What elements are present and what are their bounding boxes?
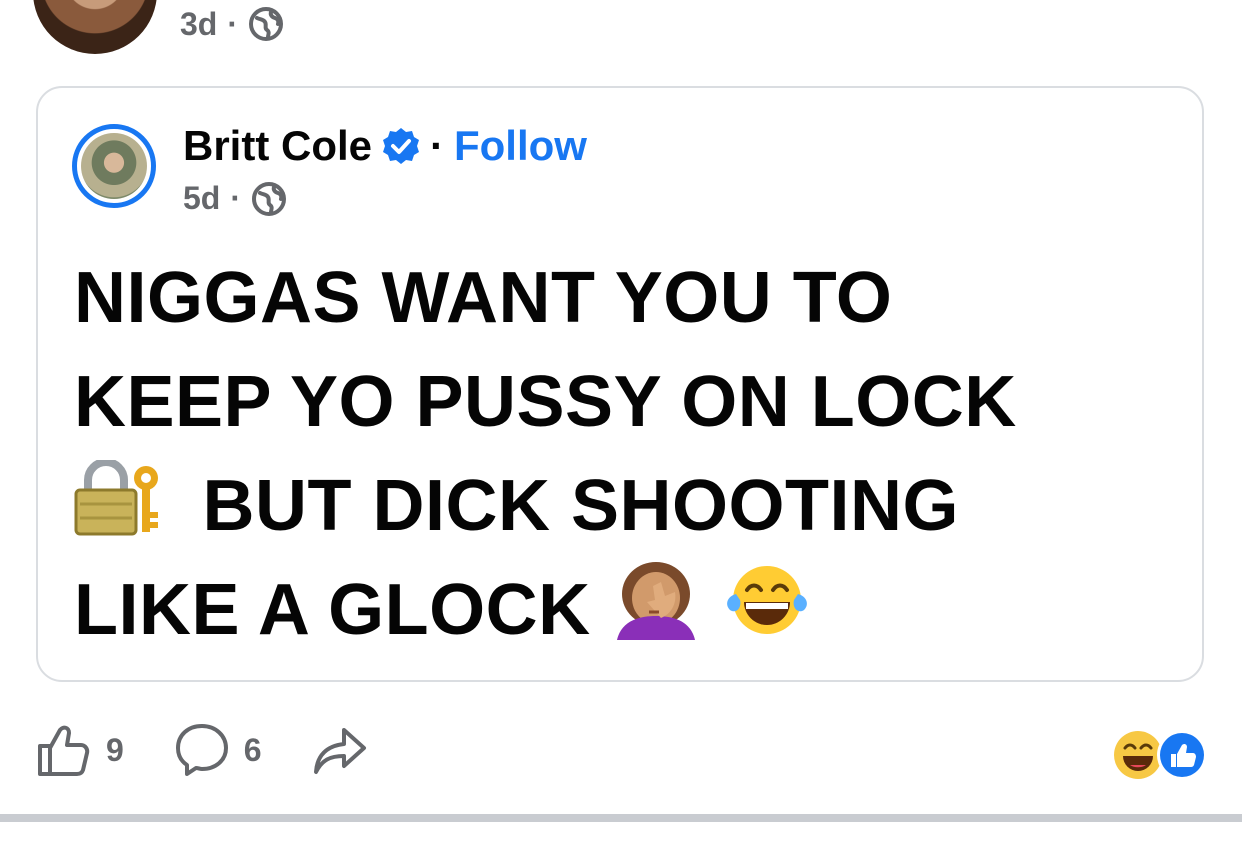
globe-icon bbox=[252, 181, 286, 216]
post-text: NIGGAS WANT YOU TO KEEP YO PUSSY ON LOCK… bbox=[74, 246, 1184, 662]
top-post-time[interactable]: 3d bbox=[180, 6, 217, 43]
reaction-summary[interactable] bbox=[1112, 729, 1208, 781]
shared-post-card[interactable]: Britt Cole · Follow 5d · NIGGAS WANT YOU… bbox=[36, 86, 1204, 682]
face-palm-emoji bbox=[617, 562, 696, 640]
author-row: Britt Cole · Follow bbox=[183, 122, 587, 170]
post-text-line: NIGGAS WANT YOU TO bbox=[74, 258, 893, 338]
comment-bubble-icon bbox=[175, 724, 228, 776]
share-arrow-icon bbox=[313, 728, 366, 774]
post-text-line: KEEP YO PUSSY ON LOCK bbox=[74, 362, 1017, 442]
thumbs-up-icon bbox=[38, 725, 90, 776]
top-post-avatar[interactable] bbox=[33, 0, 157, 54]
post-time[interactable]: 5d bbox=[183, 180, 220, 217]
post-text-line: BUT DICK SHOOTING bbox=[74, 454, 1184, 558]
author-photo bbox=[81, 133, 147, 199]
like-reaction-icon bbox=[1157, 730, 1207, 780]
share-button[interactable] bbox=[312, 722, 368, 778]
follow-button[interactable]: Follow bbox=[454, 122, 587, 170]
post-text-line: LIKE A GLOCK bbox=[74, 558, 1184, 662]
author-name[interactable]: Britt Cole bbox=[183, 122, 372, 170]
author-avatar[interactable] bbox=[72, 124, 156, 208]
like-button[interactable]: 9 bbox=[36, 722, 124, 778]
verified-badge-icon bbox=[383, 128, 419, 164]
comment-button[interactable]: 6 bbox=[174, 722, 262, 778]
lock-with-key-emoji bbox=[74, 460, 158, 536]
like-count: 9 bbox=[106, 731, 124, 768]
top-post-meta: 3d · bbox=[180, 2, 284, 46]
comment-count: 6 bbox=[243, 731, 262, 768]
tears-of-joy-emoji bbox=[726, 566, 807, 634]
globe-icon bbox=[249, 7, 283, 41]
section-divider bbox=[0, 814, 1242, 822]
action-bar: 9 6 bbox=[36, 718, 418, 782]
separator-dot: · bbox=[227, 5, 238, 42]
separator-dot: · bbox=[230, 180, 241, 216]
separator-dot: · bbox=[430, 122, 444, 169]
post-meta: 5d · bbox=[183, 180, 287, 217]
